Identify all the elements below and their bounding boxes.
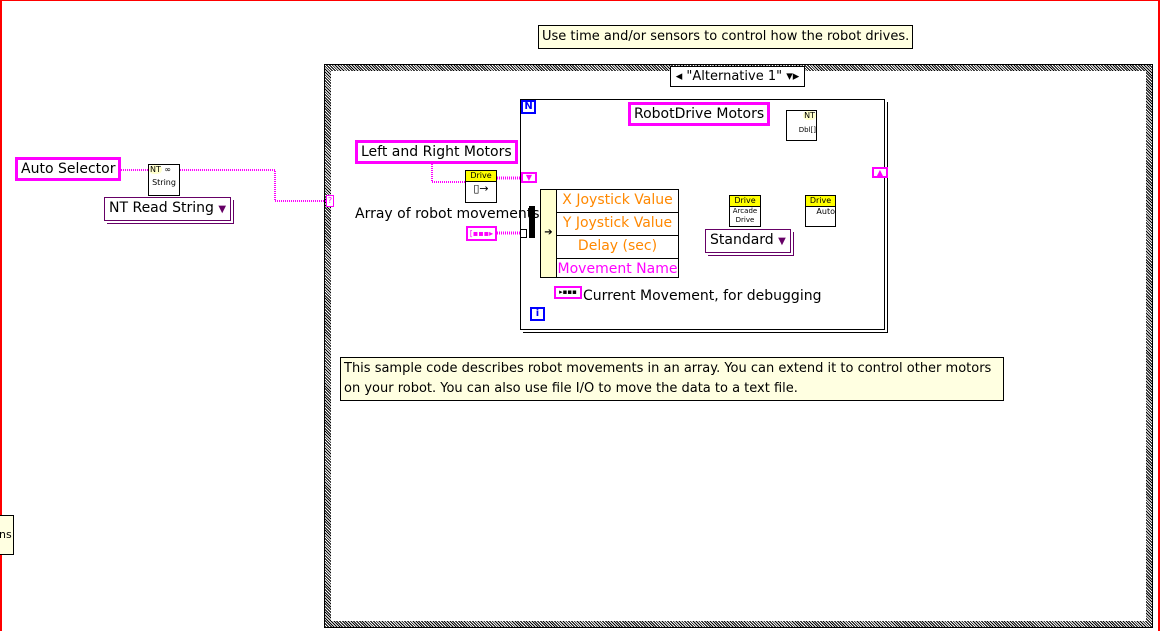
unbundle-row-x: X Joystick Value [557, 190, 678, 213]
wire-motors [431, 164, 465, 183]
description-comment: This sample code describes robot movemen… [340, 357, 1004, 401]
unbundle-by-name[interactable]: ➔ X Joystick Value Y Joystick Value Dela… [540, 189, 679, 278]
auto-selector-constant[interactable]: Auto Selector [15, 157, 122, 181]
glasses-icon: ∞ [164, 165, 172, 174]
standard-dropdown[interactable]: Standard ▼ [705, 229, 791, 253]
index-tunnel [520, 229, 527, 238]
loop-index-terminal: i [530, 307, 545, 321]
unbundle-row-y: Y Joystick Value [557, 213, 678, 236]
arrow-icon: ➔ [541, 190, 557, 277]
robotdrive-motors-constant[interactable]: RobotDrive Motors [628, 102, 771, 126]
case-selector-tunnel: ? [326, 195, 334, 207]
loop-count-terminal[interactable]: N [521, 100, 536, 114]
nt-read-string-dropdown[interactable]: NT Read String ▼ [104, 197, 232, 221]
drive-open-node[interactable]: Drive ▯→ [465, 170, 497, 203]
document-icon: ▯→ [473, 182, 489, 195]
array-label: Array of robot movements [355, 206, 540, 222]
arcade-drive-node[interactable]: Drive Arcade Drive [729, 195, 761, 227]
chevron-down-icon: ▼ [218, 204, 227, 215]
chevron-down-icon: ▼ [778, 236, 786, 247]
array-constant[interactable]: [▪▪▪▸ [466, 226, 497, 241]
nt-read-string-node[interactable]: NT ∞ String [148, 164, 180, 196]
unbundle-bar [529, 206, 535, 238]
current-movement-label: Current Movement, for debugging [583, 288, 822, 304]
current-movement-indicator[interactable]: ▸▪▪▪ [554, 286, 582, 299]
drive-auto-node[interactable]: Drive Auto [805, 195, 836, 227]
shift-register-right: ▲ [872, 167, 888, 178]
left-right-motors-constant[interactable]: Left and Right Motors [355, 140, 518, 164]
shift-register-left: ▼ [521, 172, 537, 183]
unbundle-row-delay: Delay (sec) [557, 236, 678, 259]
unbundle-row-name: Movement Name [557, 261, 678, 277]
nt-write-dbl-node[interactable]: NT Dbl[] [786, 110, 817, 141]
